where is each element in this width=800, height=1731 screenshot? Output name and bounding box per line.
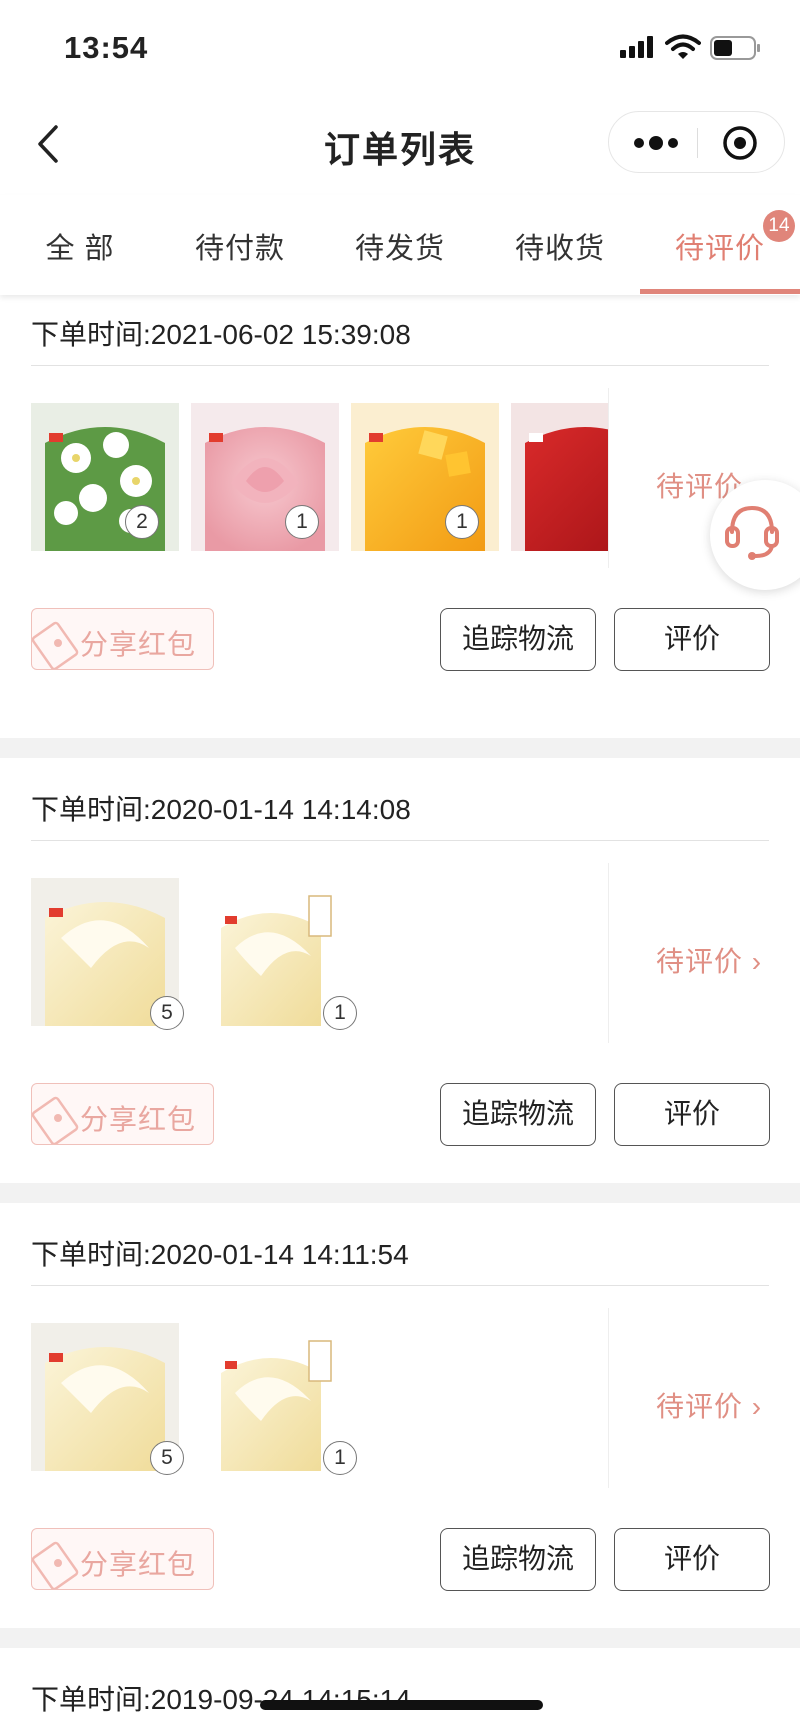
- cellular-signal-icon: [620, 36, 653, 58]
- share-red-packet-button[interactable]: 分享红包: [31, 1528, 214, 1590]
- order-time: 下单时间:2020-01-14 14:11:54: [31, 1239, 409, 1270]
- product-image-cream-cake-limited: [191, 878, 339, 1026]
- capsule-divider: [697, 128, 698, 158]
- tab-all[interactable]: 全 部: [0, 225, 160, 267]
- card-divider: [31, 365, 769, 366]
- item-quantity: 1: [323, 1441, 357, 1475]
- product-thumbnails[interactable]: 5 1: [31, 878, 608, 1033]
- tab-pending-payment[interactable]: 待付款: [160, 225, 320, 267]
- share-red-packet-button[interactable]: 分享红包: [31, 608, 214, 670]
- more-options-icon[interactable]: [631, 132, 681, 154]
- status-time: 13:54: [64, 30, 149, 65]
- close-mini-program-icon[interactable]: [722, 125, 758, 161]
- vertical-divider: [608, 388, 609, 568]
- nav-bar: 订单列表: [0, 95, 800, 195]
- tab-badge-count: 14: [763, 210, 795, 242]
- order-time: 下单时间:2021-06-02 15:39:08: [31, 319, 411, 350]
- vertical-divider: [608, 863, 609, 1043]
- share-label: 分享红包: [80, 1104, 197, 1135]
- product-image-red-velvet: [511, 403, 608, 551]
- review-button[interactable]: 评价: [614, 1083, 770, 1146]
- track-logistics-button[interactable]: 追踪物流: [440, 1083, 596, 1146]
- item-quantity: 5: [150, 996, 184, 1030]
- order-time: 下单时间:2019-09-24 14:15:14: [31, 1684, 411, 1715]
- share-label: 分享红包: [80, 629, 197, 660]
- item-quantity: 1: [445, 505, 479, 539]
- order-card: 下单时间:2019-09-24 14:15:14: [0, 1648, 800, 1731]
- active-tab-indicator: [640, 289, 800, 294]
- card-divider: [31, 1285, 769, 1286]
- vertical-divider: [608, 1308, 609, 1488]
- order-card: 下单时间:2021-06-02 15:39:08 2 1 1 待评价 › 分享红…: [0, 283, 800, 738]
- headset-icon: [725, 505, 779, 560]
- item-quantity: 1: [323, 996, 357, 1030]
- share-red-packet-button[interactable]: 分享红包: [31, 1083, 214, 1145]
- order-status-link[interactable]: 待评价 ›: [656, 940, 762, 980]
- home-indicator: [260, 1700, 543, 1710]
- item-quantity: 1: [285, 505, 319, 539]
- battery-icon: [710, 36, 760, 60]
- order-status-tabs: 全 部 待付款 待发货 待收货 待评价 14: [0, 195, 800, 295]
- status-bar: 13:54: [0, 0, 800, 95]
- wifi-icon: [665, 34, 701, 59]
- product-thumbnails[interactable]: 5 1: [31, 1323, 608, 1478]
- product-thumbnails[interactable]: 2 1 1: [31, 403, 608, 558]
- order-time: 下单时间:2020-01-14 14:14:08: [31, 794, 411, 825]
- item-quantity: 5: [150, 1441, 184, 1475]
- review-button[interactable]: 评价: [614, 1528, 770, 1591]
- share-label: 分享红包: [80, 1549, 197, 1580]
- order-status-link[interactable]: 待评价 ›: [656, 1385, 762, 1425]
- order-card: 下单时间:2020-01-14 14:11:54 5 1 待评价 › 分享红包 …: [0, 1203, 800, 1628]
- tab-pending-shipment[interactable]: 待发货: [320, 225, 480, 267]
- product-image-cream-cake-limited: [191, 1323, 339, 1471]
- item-quantity: 2: [125, 505, 159, 539]
- mini-program-capsule: [608, 111, 785, 173]
- tab-pending-receipt[interactable]: 待收货: [480, 225, 640, 267]
- review-button[interactable]: 评价: [614, 608, 770, 671]
- track-logistics-button[interactable]: 追踪物流: [440, 608, 596, 671]
- card-divider: [31, 840, 769, 841]
- track-logistics-button[interactable]: 追踪物流: [440, 1528, 596, 1591]
- order-card: 下单时间:2020-01-14 14:14:08 5 1 待评价 › 分享红包 …: [0, 758, 800, 1183]
